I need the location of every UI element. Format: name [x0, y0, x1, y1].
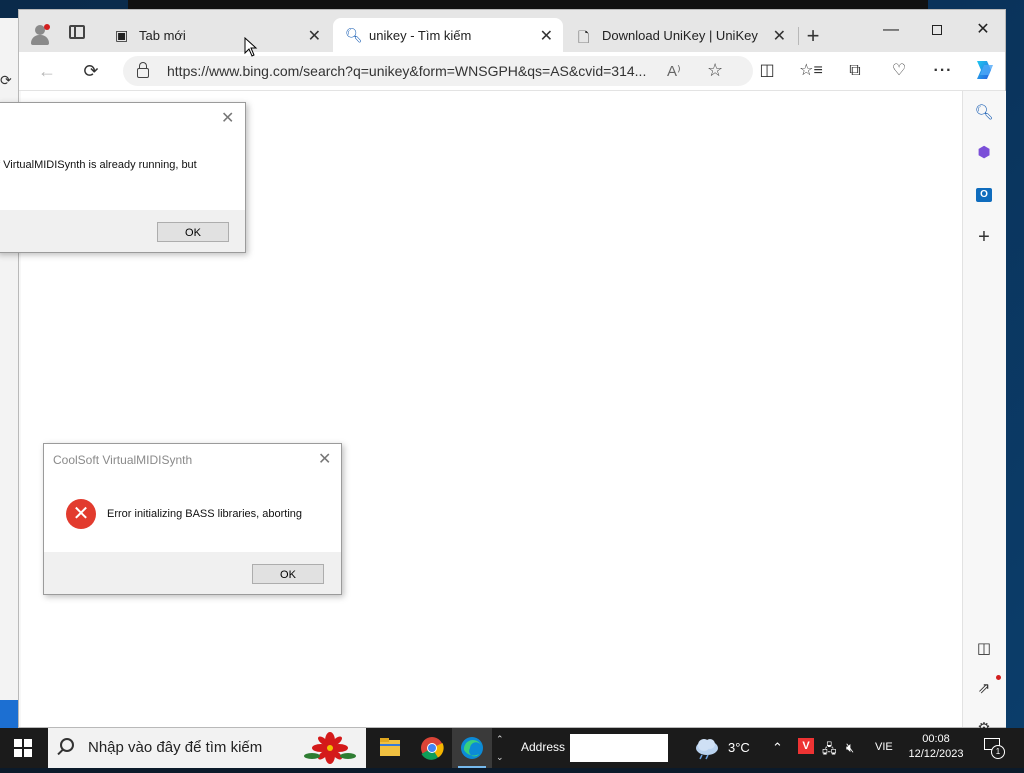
chrome-icon[interactable]	[412, 728, 452, 768]
copilot-icon[interactable]	[971, 57, 997, 83]
temperature[interactable]: 3°C	[728, 740, 750, 755]
favorites-icon[interactable]: ☆≡	[799, 59, 823, 83]
page-icon: 🗋	[578, 29, 590, 45]
weather-cloud-icon[interactable]	[694, 736, 720, 760]
more-options-icon[interactable]: ···	[931, 59, 955, 83]
desktop-edge	[0, 700, 18, 728]
split-screen-icon[interactable]: ◫	[755, 59, 779, 83]
tab-label: unikey - Tìm kiếm	[369, 28, 472, 43]
tab-label: Download UniKey | UniKey	[602, 28, 758, 43]
address-toolbar: ← ⟳ https://www.bing.com/search?q=unikey…	[19, 52, 1005, 91]
tab-download-unikey[interactable]: 🗋 Download UniKey | UniKey ✕	[566, 18, 796, 52]
clock-time: 00:08	[922, 733, 950, 745]
tab-actions-icon[interactable]	[69, 25, 85, 39]
notification-dot	[44, 24, 50, 30]
input-language[interactable]: VIE	[875, 741, 893, 753]
mouse-cursor-icon	[244, 37, 258, 57]
close-icon[interactable]: ✕	[221, 108, 234, 128]
ok-button[interactable]: OK	[252, 564, 324, 584]
notification-dot	[996, 675, 1001, 680]
close-window-button[interactable]: ✕	[961, 16, 1005, 44]
ok-button[interactable]: OK	[157, 222, 229, 242]
desktop-strip	[128, 0, 928, 9]
address-toolbar-input[interactable]	[570, 734, 668, 762]
outlook-icon[interactable]: O	[972, 181, 996, 205]
dialog-footer: OK	[0, 210, 245, 252]
volume-muted-icon[interactable]: 🔇︎	[846, 740, 854, 756]
search-icon[interactable]: 🔍︎	[972, 101, 996, 125]
add-icon[interactable]: +	[972, 225, 996, 249]
close-tab-icon[interactable]: ✕	[773, 26, 786, 46]
sidebar-panel-icon[interactable]: ◫	[972, 637, 996, 661]
show-hidden-icons-icon[interactable]: ⌃	[772, 740, 783, 756]
error-dialog: CoolSoft VirtualMIDISynth ✕ ✕ Error init…	[43, 443, 342, 595]
notification-count: 1	[991, 745, 1005, 759]
start-button[interactable]	[14, 739, 32, 757]
copilot-sidebar-icon[interactable]: ⬢	[972, 141, 996, 165]
favorite-star-icon[interactable]: ☆	[707, 60, 723, 81]
performance-icon[interactable]: ♡	[887, 59, 911, 83]
clock-date: 12/12/2023	[908, 748, 964, 760]
taskbar: Nhập vào đây để tìm kiếm ⌃ ⌄ Address 3°C…	[0, 728, 1024, 768]
tab-label: Tab mới	[139, 28, 186, 43]
dialog-title: CoolSoft VirtualMIDISynth	[53, 453, 193, 467]
close-tab-icon[interactable]: ✕	[308, 26, 321, 46]
new-tab-button[interactable]: +	[803, 23, 823, 49]
search-icon: 🔍︎	[345, 27, 363, 43]
refresh-icon: ⟳	[0, 72, 12, 88]
clock[interactable]: 00:08 12/12/2023	[904, 732, 968, 762]
refresh-button[interactable]: ⟳	[79, 59, 103, 83]
minimize-button[interactable]: —	[869, 16, 913, 44]
address-toolbar-label: Address	[521, 740, 566, 754]
search-placeholder: Nhập vào đây để tìm kiếm	[88, 739, 263, 756]
dialog-footer: OK	[44, 552, 341, 594]
notification-center-icon[interactable]: 1	[984, 738, 1005, 759]
error-icon: ✕	[66, 499, 96, 529]
collections-icon[interactable]: ⧉	[843, 59, 867, 83]
maximize-button[interactable]	[915, 16, 959, 44]
address-bar[interactable]: https://www.bing.com/search?q=unikey&for…	[123, 56, 753, 86]
back-button[interactable]: ←	[35, 59, 59, 83]
read-aloud-icon[interactable]: A⁾	[667, 62, 681, 80]
lock-icon[interactable]	[137, 62, 149, 78]
url-text[interactable]: https://www.bing.com/search?q=unikey&for…	[167, 63, 646, 79]
network-icon[interactable]: 🖧︎	[822, 740, 837, 762]
profile-avatar[interactable]	[29, 23, 51, 45]
tab-bar: ▣ Tab mới ✕ 🔍︎ unikey - Tìm kiếm ✕ 🗋 Dow…	[19, 10, 1005, 52]
tab-separator	[798, 27, 799, 45]
virtualmidisynth-dialog-partial: ✕ f VirtualMIDISynth is already running,…	[0, 102, 246, 253]
dialog-message: Error initializing BASS libraries, abort…	[107, 508, 303, 520]
edge-sidebar: 🔍︎ ⬢ O + ◫ ⇗ ⚙	[962, 91, 1006, 737]
new-tab-page-icon: ▣	[115, 27, 129, 43]
poinsettia-icon	[304, 732, 356, 764]
taskbar-search[interactable]: Nhập vào đây để tìm kiếm	[48, 728, 366, 768]
open-external-icon[interactable]: ⇗	[972, 677, 996, 701]
close-icon[interactable]: ✕	[318, 449, 331, 469]
edge-taskbar-icon[interactable]	[452, 728, 492, 768]
file-explorer-icon[interactable]	[370, 728, 410, 768]
tab-new-tab[interactable]: ▣ Tab mới ✕	[103, 18, 331, 52]
tab-unikey-search[interactable]: 🔍︎ unikey - Tìm kiếm ✕	[333, 18, 563, 52]
taskbar-scroll[interactable]: ⌃ ⌄	[496, 730, 504, 766]
close-tab-icon[interactable]: ✕	[540, 26, 553, 46]
search-icon	[60, 738, 74, 752]
dialog-message: f VirtualMIDISynth is already running, b…	[0, 159, 197, 171]
vivaldi-tray-icon[interactable]: V	[798, 738, 814, 754]
